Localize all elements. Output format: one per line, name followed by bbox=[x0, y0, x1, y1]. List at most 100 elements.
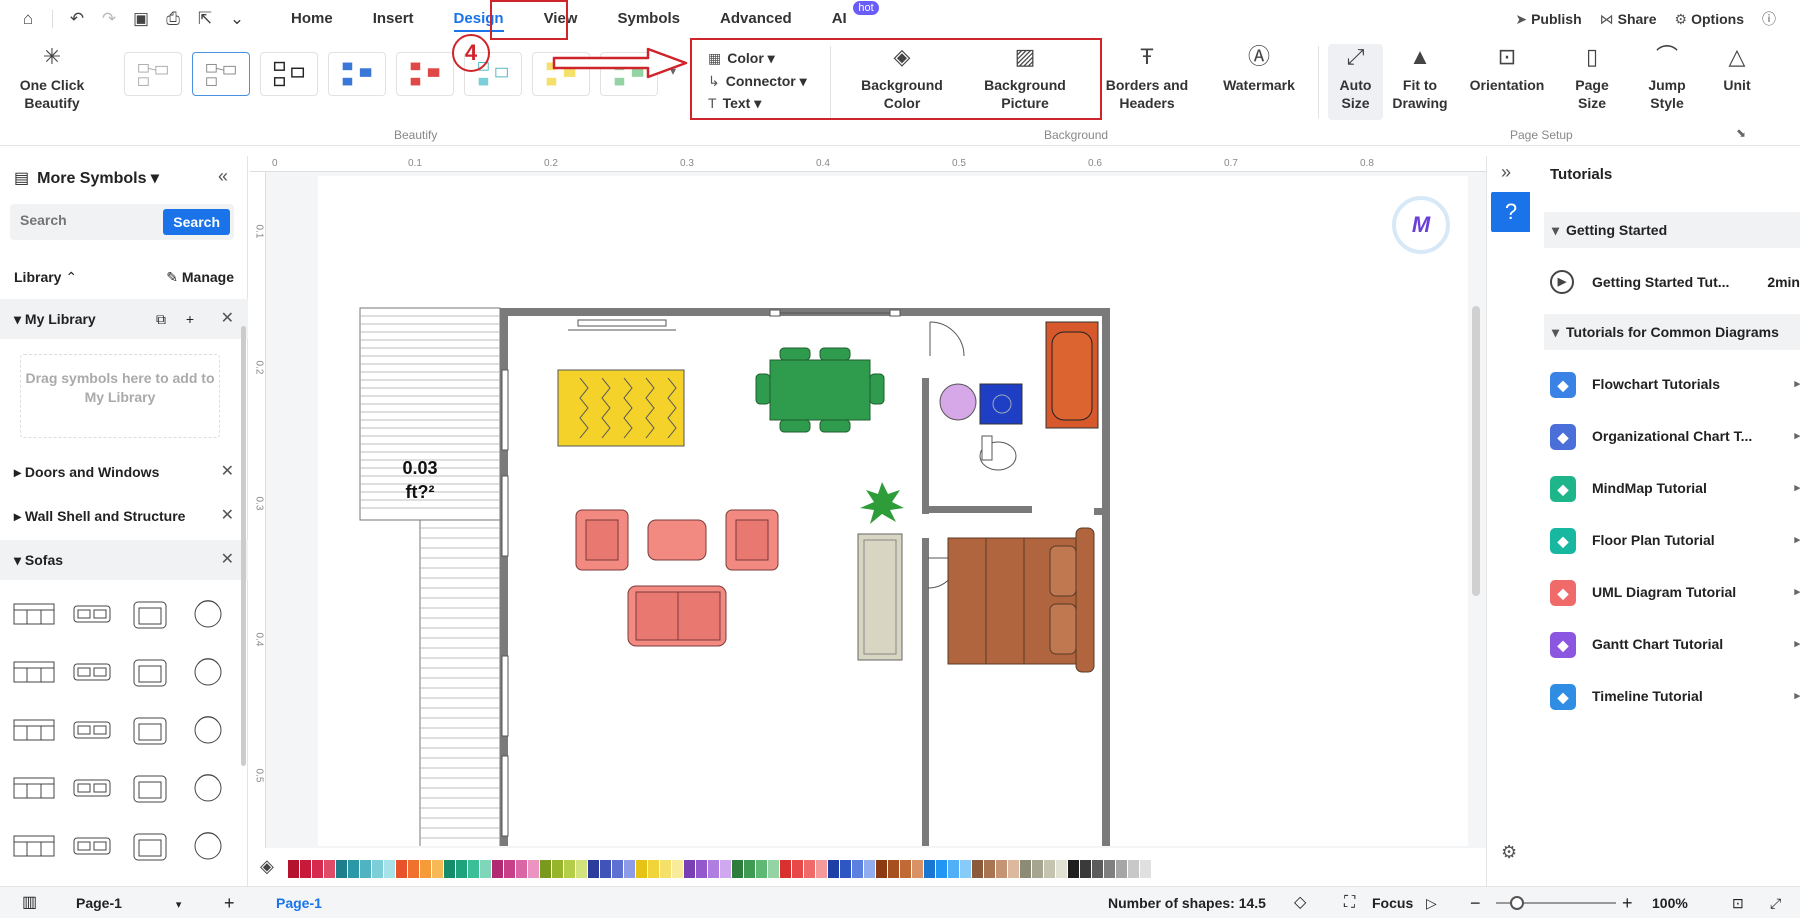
color-swatch[interactable] bbox=[864, 860, 875, 878]
page-tab[interactable]: Page-1 bbox=[276, 887, 322, 918]
sofa-symbol[interactable] bbox=[126, 712, 174, 748]
color-swatch[interactable] bbox=[540, 860, 551, 878]
common-diagrams-section[interactable]: Tutorials for Common Diagrams bbox=[1544, 314, 1800, 350]
canvas-scrollbar-vertical[interactable] bbox=[1472, 306, 1480, 596]
tab-home[interactable]: Home bbox=[271, 0, 353, 38]
page-size-button[interactable]: ▯ Page Size bbox=[1560, 46, 1624, 112]
plant[interactable] bbox=[860, 482, 904, 524]
publish-button[interactable]: ➤ Publish bbox=[1515, 11, 1581, 28]
color-swatch[interactable] bbox=[288, 860, 299, 878]
export-icon[interactable]: ⇱ bbox=[191, 5, 219, 33]
style-thumb-1[interactable] bbox=[124, 52, 182, 96]
color-swatch[interactable] bbox=[1140, 860, 1151, 878]
sofa-symbol[interactable] bbox=[10, 828, 58, 864]
share-button[interactable]: ⋈ Share bbox=[1600, 11, 1657, 28]
close-icon[interactable]: ✕ bbox=[221, 540, 234, 580]
color-swatch[interactable] bbox=[948, 860, 959, 878]
color-swatch[interactable] bbox=[408, 860, 419, 878]
sofa-symbol[interactable] bbox=[184, 828, 232, 864]
page-setup-launcher-icon[interactable]: ⬊ bbox=[1736, 126, 1746, 140]
color-swatch[interactable] bbox=[1128, 860, 1139, 878]
sofa-symbol[interactable] bbox=[68, 828, 116, 864]
close-icon[interactable]: ✕ bbox=[221, 299, 234, 339]
color-swatch[interactable] bbox=[348, 860, 359, 878]
color-swatch[interactable] bbox=[936, 860, 947, 878]
color-swatch[interactable] bbox=[768, 860, 779, 878]
tutorial-item[interactable]: ◆ Organizational Chart T... ▸ bbox=[1550, 416, 1800, 456]
getting-started-item[interactable]: ▶ Getting Started Tut... 2min bbox=[1550, 262, 1800, 302]
color-swatch[interactable] bbox=[648, 860, 659, 878]
color-swatch[interactable] bbox=[336, 860, 347, 878]
one-click-beautify-button[interactable]: ✳ One Click Beautify bbox=[14, 46, 90, 112]
color-swatch[interactable] bbox=[804, 860, 815, 878]
sofa-symbol[interactable] bbox=[126, 654, 174, 690]
color-swatch[interactable] bbox=[996, 860, 1007, 878]
color-swatch[interactable] bbox=[444, 860, 455, 878]
color-swatch[interactable] bbox=[1080, 860, 1091, 878]
settings-gear-icon[interactable]: ⚙ bbox=[1501, 842, 1517, 863]
play-presentation-icon[interactable]: ▷ bbox=[1426, 887, 1437, 918]
ai-assistant-button[interactable]: M bbox=[1392, 196, 1450, 254]
focus-label[interactable]: Focus bbox=[1372, 887, 1413, 918]
zoom-level[interactable]: 100% bbox=[1652, 887, 1688, 918]
style-thumb-2[interactable] bbox=[192, 52, 250, 96]
options-button[interactable]: ⚙ Options bbox=[1675, 11, 1744, 28]
zoom-out-icon[interactable]: − bbox=[1470, 887, 1481, 918]
color-swatch[interactable] bbox=[708, 860, 719, 878]
sofa-symbol[interactable] bbox=[68, 654, 116, 690]
style-thumb-3[interactable] bbox=[260, 52, 318, 96]
living-room-set[interactable] bbox=[575, 509, 779, 647]
color-swatch[interactable] bbox=[876, 860, 887, 878]
category-doors-windows[interactable]: ▸ Doors and Windows ✕ bbox=[0, 452, 248, 492]
sofa-symbol[interactable] bbox=[10, 654, 58, 690]
color-swatch[interactable] bbox=[900, 860, 911, 878]
search-button[interactable]: Search bbox=[163, 209, 230, 235]
help-menu-button[interactable]: ⓘ bbox=[1762, 9, 1780, 29]
tutorial-item[interactable]: ◆ Timeline Tutorial ▸ bbox=[1550, 676, 1800, 716]
tab-ai[interactable]: AI hot bbox=[812, 0, 883, 38]
collapse-icon[interactable]: ⌃ bbox=[65, 269, 77, 285]
color-swatch[interactable] bbox=[372, 860, 383, 878]
color-swatch[interactable] bbox=[732, 860, 743, 878]
color-swatch[interactable] bbox=[324, 860, 335, 878]
color-swatch[interactable] bbox=[300, 860, 311, 878]
expand-panel-icon[interactable]: » bbox=[1501, 162, 1511, 183]
save-icon[interactable]: ▣ bbox=[127, 5, 155, 33]
color-swatch[interactable] bbox=[396, 860, 407, 878]
search-input[interactable] bbox=[20, 212, 160, 228]
fullscreen-icon[interactable]: ⤢ bbox=[1770, 887, 1781, 918]
drawing-canvas[interactable]: 0 0.1 0.2 0.3 0.4 0.5 0.6 0.7 0.8 0.1 0.2 0.3 0.4 0.5 bbox=[250, 156, 1486, 848]
color-swatch[interactable] bbox=[1008, 860, 1019, 878]
import-icon[interactable]: ⧉ bbox=[156, 299, 166, 339]
manage-button[interactable]: ✎ Manage bbox=[166, 257, 234, 297]
fill-bucket-icon[interactable]: ◈ bbox=[260, 856, 274, 877]
color-swatch[interactable] bbox=[780, 860, 791, 878]
sofa-symbol[interactable] bbox=[184, 712, 232, 748]
sofa-symbol[interactable] bbox=[126, 596, 174, 632]
color-swatch[interactable] bbox=[828, 860, 839, 878]
color-swatch[interactable] bbox=[528, 860, 539, 878]
more-symbols-button[interactable]: ▤ More Symbols ▾ bbox=[14, 168, 159, 188]
color-swatch[interactable] bbox=[480, 860, 491, 878]
sofa-symbol[interactable] bbox=[68, 596, 116, 632]
color-swatch[interactable] bbox=[756, 860, 767, 878]
sofa-symbol[interactable] bbox=[126, 770, 174, 806]
auto-size-button[interactable]: ⤢ Auto Size bbox=[1328, 46, 1383, 112]
tab-advanced[interactable]: Advanced bbox=[700, 0, 812, 38]
rug[interactable] bbox=[557, 369, 685, 447]
color-swatch[interactable] bbox=[576, 860, 587, 878]
add-icon[interactable]: + bbox=[186, 299, 194, 339]
drawing-page[interactable]: 0.03 ft?² bbox=[318, 176, 1468, 846]
style-thumb-4[interactable] bbox=[328, 52, 386, 96]
tutorial-item[interactable]: ◆ Floor Plan Tutorial ▸ bbox=[1550, 520, 1800, 560]
print-icon[interactable]: ⎙ bbox=[159, 5, 187, 33]
color-swatch[interactable] bbox=[624, 860, 635, 878]
more-icon[interactable]: ⌄ bbox=[223, 5, 251, 33]
tab-insert[interactable]: Insert bbox=[353, 0, 434, 38]
color-swatch[interactable] bbox=[516, 860, 527, 878]
layers-icon[interactable]: ◇ bbox=[1294, 887, 1306, 918]
color-swatch[interactable] bbox=[600, 860, 611, 878]
my-library-drop-zone[interactable]: Drag symbols here to add to My Library bbox=[20, 354, 220, 438]
vanity[interactable] bbox=[979, 383, 1023, 425]
color-swatch[interactable] bbox=[636, 860, 647, 878]
